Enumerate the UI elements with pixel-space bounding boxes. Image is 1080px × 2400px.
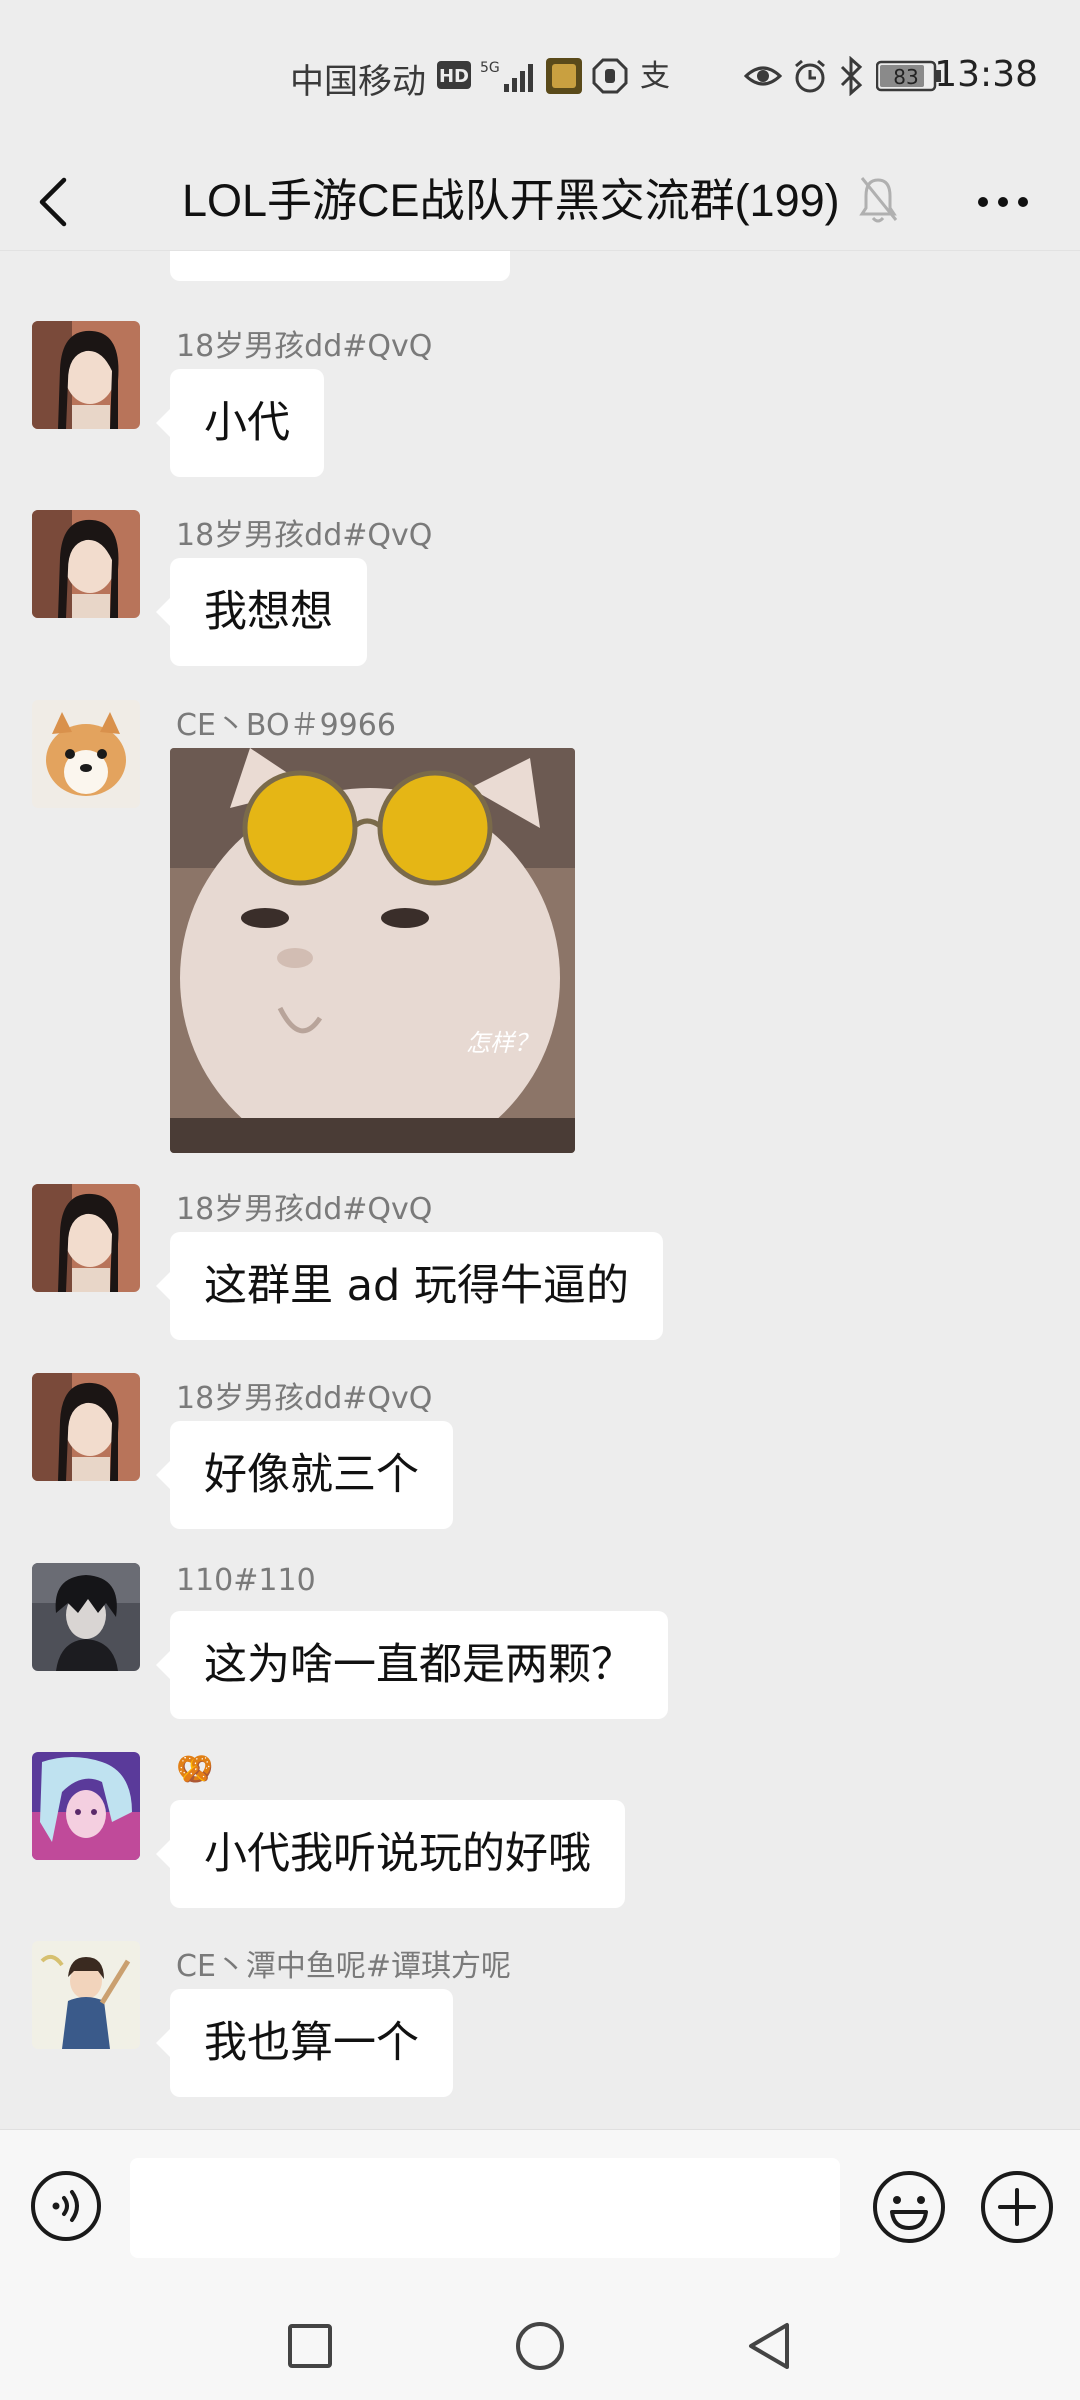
sender-name: CE丶BO＃9966 — [176, 708, 396, 743]
more-icon — [968, 197, 1038, 236]
sender-name: 18岁男孩dd#QvQ — [176, 1381, 433, 1416]
message-bubble[interactable]: 小代我听说玩的好哦 — [156, 1800, 625, 1908]
carrier-label: 中国移动 — [290, 62, 426, 102]
sticker-image[interactable]: 怎样？ — [170, 748, 575, 1153]
home-icon — [505, 2322, 575, 2385]
battery-icon: 83 — [875, 60, 942, 96]
input-bar — [0, 2129, 1080, 2290]
hd-icon: HD — [436, 60, 472, 94]
message-bubble[interactable]: 这群里 ad 玩得牛逼的 — [156, 1232, 663, 1340]
chat-header: LOL手游CE战队开黑交流群(199) — [0, 150, 1080, 251]
battery-level: 83 — [893, 65, 918, 89]
game-app-icon — [546, 58, 582, 98]
back-button[interactable] — [22, 170, 86, 234]
avatar[interactable] — [32, 1373, 140, 1481]
message-input[interactable] — [130, 2158, 840, 2258]
message-list[interactable]: 18岁男孩dd#QvQ 小代 18岁男孩dd#QvQ 我想想 CE丶BO＃996… — [0, 251, 1080, 2129]
home-button[interactable] — [505, 2311, 575, 2381]
avatar[interactable] — [32, 1563, 140, 1671]
hd-badge-text: HD — [439, 66, 469, 87]
back-icon — [22, 177, 86, 238]
avatar[interactable] — [32, 1752, 140, 1860]
network-label: 5G — [480, 60, 500, 76]
avatar[interactable] — [32, 700, 140, 808]
message-bubble-partial — [170, 251, 510, 281]
sender-name: 18岁男孩dd#QvQ — [176, 329, 433, 364]
avatar[interactable] — [32, 1184, 140, 1292]
message-bubble[interactable]: 好像就三个 — [156, 1421, 453, 1529]
sender-name: 18岁男孩dd#QvQ — [176, 1192, 433, 1227]
payment-app-icon: 支 — [638, 58, 674, 98]
voice-button[interactable] — [30, 2170, 102, 2242]
status-bar: 中国移动 HD 5G 支 83 13:38 — [0, 0, 1080, 150]
system-nav-bar — [0, 2289, 1080, 2400]
voice-icon — [30, 2171, 102, 2246]
recent-apps-button[interactable] — [275, 2311, 345, 2381]
more-button[interactable] — [968, 172, 1038, 232]
more-functions-button[interactable] — [980, 2170, 1054, 2244]
avatar[interactable] — [32, 1941, 140, 2049]
back-nav-icon — [735, 2323, 805, 2385]
svg-text:支: 支 — [640, 59, 670, 94]
avatar[interactable] — [32, 510, 140, 618]
mute-bell-icon — [856, 166, 900, 234]
message-bubble[interactable]: 小代 — [156, 369, 324, 477]
message-bubble[interactable]: 我也算一个 — [156, 1989, 453, 2097]
system-back-button[interactable] — [735, 2311, 805, 2381]
signal-icon: 5G — [480, 58, 540, 98]
bluetooth-icon — [836, 55, 866, 100]
sender-name: 🥨 — [176, 1752, 214, 1787]
message-bubble[interactable]: 我想想 — [156, 558, 367, 666]
sticker-caption: 怎样？ — [466, 1029, 538, 1057]
message-bubble[interactable]: 这为啥一直都是两颗？ — [156, 1611, 668, 1719]
sender-name: CE丶潭中鱼呢#谭琪方呢 — [176, 1949, 512, 1984]
avatar[interactable] — [32, 321, 140, 429]
sender-name: 18岁男孩dd#QvQ — [176, 518, 433, 553]
eye-comfort-icon — [743, 60, 783, 96]
sender-name: 110#110 — [176, 1563, 316, 1598]
plus-icon — [980, 2171, 1054, 2248]
stop-hand-icon — [592, 58, 628, 98]
emoji-icon — [872, 2171, 946, 2248]
alarm-icon — [792, 58, 828, 98]
emoji-button[interactable] — [872, 2170, 946, 2244]
chat-title: LOL手游CE战队开黑交流群(199) — [182, 175, 840, 226]
clock: 13:38 — [934, 54, 1038, 95]
recent-apps-icon — [275, 2324, 345, 2385]
